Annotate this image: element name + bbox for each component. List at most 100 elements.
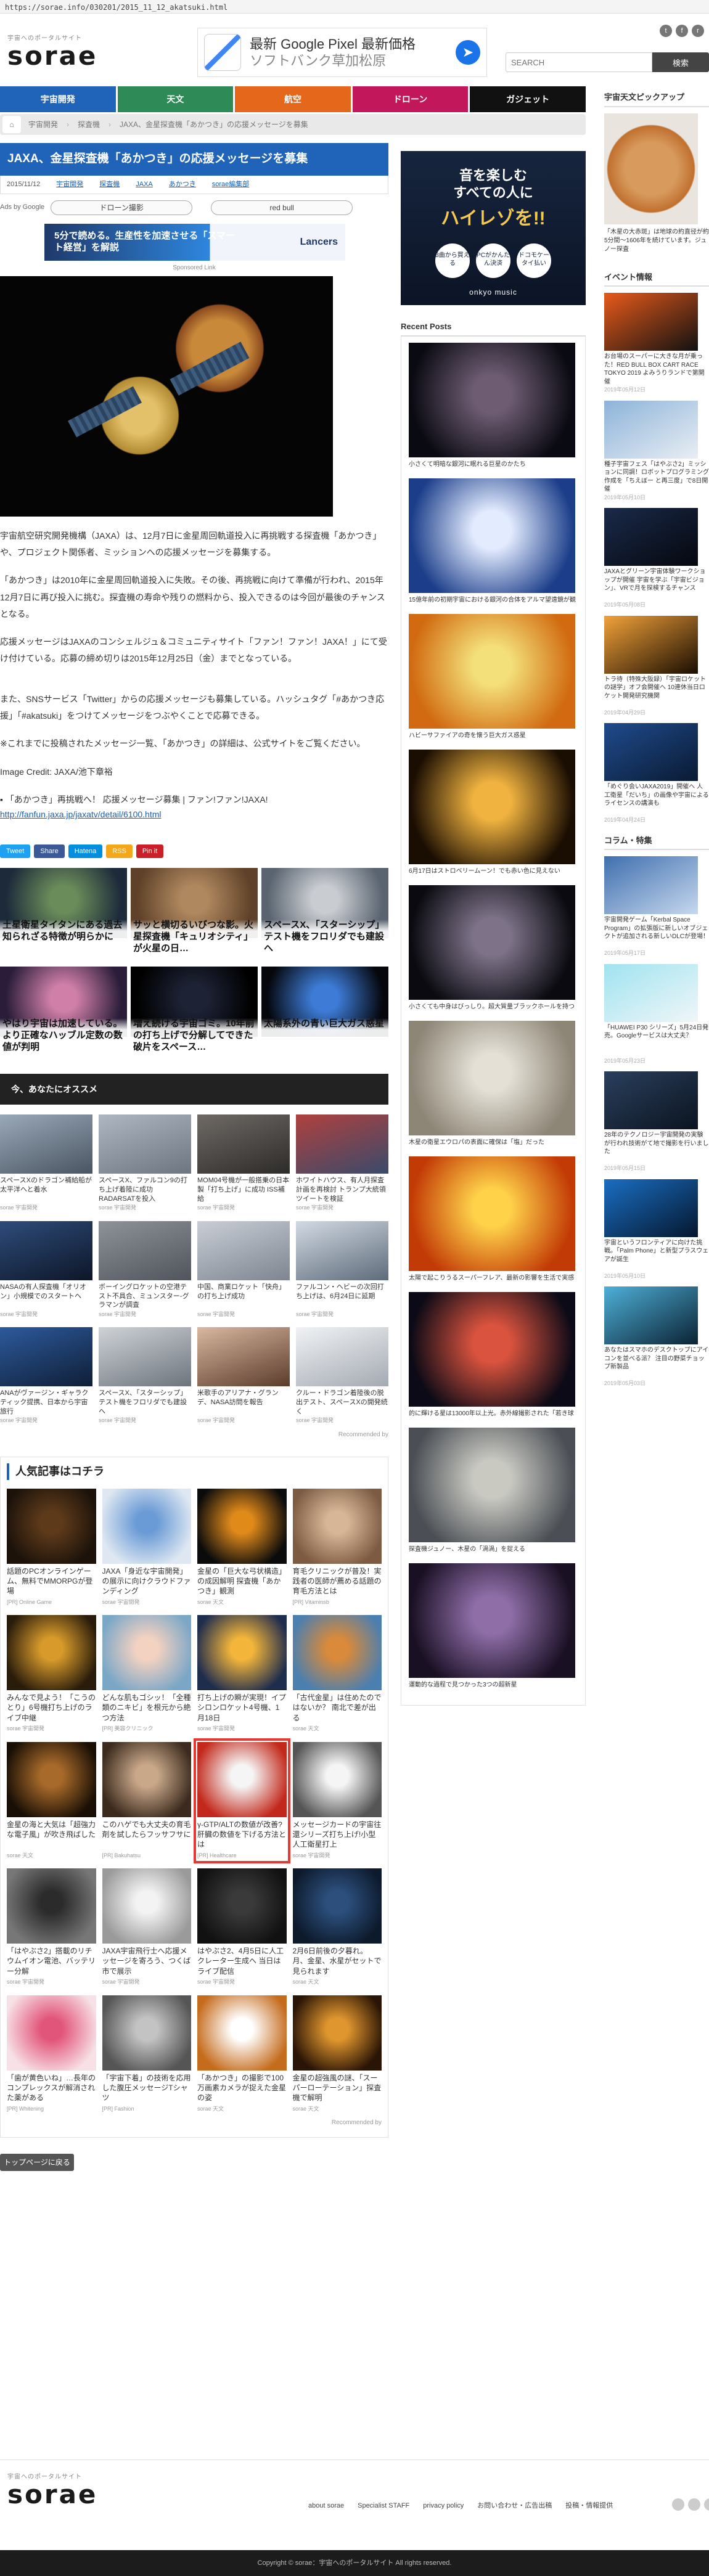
popular-card[interactable]: みんなで見よう！「こうのとり」6号機打ち上げのライブ中継 sorae 宇宙開発 bbox=[7, 1615, 96, 1733]
home-icon[interactable]: ⌂ bbox=[2, 116, 21, 133]
back-to-top-button[interactable]: トップページに戻る bbox=[0, 2154, 74, 2172]
site-logo[interactable]: 宇宙へのポータルサイト sorae bbox=[7, 34, 97, 69]
nav-item[interactable]: ガジェット bbox=[470, 86, 586, 112]
recent-post[interactable]: 探査機ジュノー、木星の「渦渦」を捉える bbox=[409, 1427, 578, 1555]
directions-icon[interactable]: ➤ bbox=[456, 40, 480, 65]
recent-post[interactable]: 小さくても中身はびっしり。超大質量ブラックホールを持つ巨大銀河 bbox=[409, 885, 578, 1012]
footer-link[interactable]: お問い合わせ・広告出稿 bbox=[477, 2501, 552, 2511]
ad-keyword-pill[interactable]: ドローン撮影 bbox=[51, 200, 193, 215]
footer-link[interactable]: 投稿・情報提供 bbox=[565, 2501, 613, 2511]
related-card[interactable]: サッと横切るいびつな影。火星探査機「キュリオシティ」が火星の日… bbox=[131, 868, 258, 961]
popular-card[interactable]: 「あかつき」の撮影で100万画素カメラが捉えた金星の姿 sorae 天文 bbox=[197, 1995, 287, 2114]
popular-card[interactable]: JAXA宇宙飛行士へ応援メッセージを寄ろう、つくば市で展示 sorae 宇宙開発 bbox=[102, 1868, 191, 1987]
recent-post[interactable]: ハビーサファイアの奇を懐う巨大ガス惑星 bbox=[409, 613, 578, 741]
popular-card[interactable]: 「はやぶさ2」搭載のリチウムイオン電池、バッテリー分解 sorae 宇宙開発 bbox=[7, 1868, 96, 1987]
facebook-icon[interactable]: f bbox=[676, 25, 688, 37]
recommend-card[interactable]: ボーイングロケットの空港テスト不具合、ミュンスター-グラマンが調査 sorae 宇… bbox=[99, 1221, 191, 1319]
share-button[interactable]: RSS bbox=[106, 844, 133, 859]
source-url[interactable]: http://fanfun.jaxa.jp/jaxatv/detail/6100… bbox=[0, 809, 162, 819]
footer-link[interactable]: Specialist STAFF bbox=[358, 2501, 409, 2511]
related-card[interactable]: 太陽系外の青い巨大ガス惑星 bbox=[261, 967, 388, 1060]
recommend-card[interactable]: ファルコン・ヘビーの次回打ち上げは、6月24日に延期 sorae 宇宙開発 bbox=[296, 1221, 388, 1319]
popular-card[interactable]: 金星の「巨大な弓状構造」の成因解明 探査機「あかつき」観測 sorae 天文 bbox=[197, 1488, 287, 1607]
recent-post[interactable]: 木星の衛星エウロパの表面に確保は「塩」だった bbox=[409, 1020, 578, 1148]
column-card[interactable]: 「HUAWEI P30 シリーズ」5月24日発売。Googleサービスは大丈夫？… bbox=[604, 963, 709, 1066]
related-card[interactable]: 増え続ける宇宙ゴミ。10年前の打ち上げで分解してできた破片をスペース… bbox=[131, 967, 258, 1060]
popular-card[interactable]: 話題のPCオンラインゲーム、無料でMMORPGが登場 [PR] Online Ga… bbox=[7, 1488, 96, 1607]
related-card[interactable]: スペースX、「スターシップ」テスト機をフロリダでも建設へ bbox=[261, 868, 388, 961]
footer-logo[interactable]: 宇宙へのポータルサイト sorae bbox=[7, 2472, 97, 2508]
popular-card[interactable]: 金星の超強風の謎、「スーパーローテーション」探査機で解明 sorae 天文 bbox=[292, 1995, 382, 2114]
popular-card[interactable]: γ-GTP/ALTの数値が改善?肝臓の数値を下げる方法とは [PR] Health… bbox=[194, 1738, 290, 1864]
event-card[interactable]: 「めぐり会いJAXA2019」開催へ 人工衛星「だいち」の画像や宇宙によるライセ… bbox=[604, 723, 709, 825]
recommend-card[interactable]: 中国、商業ロケット「快舟」の打ち上げ成功 sorae 宇宙開発 bbox=[197, 1221, 290, 1319]
footer-link[interactable]: privacy policy bbox=[423, 2501, 464, 2511]
recent-post[interactable]: 15億年前の初期宇宙における銀河の合体をアルマ望遠鏡が観測 bbox=[409, 478, 578, 605]
popular-card[interactable]: JAXA「身近な宇宙開発」の展示に向けクラウドファンディング sorae 宇宙開発 bbox=[102, 1488, 191, 1607]
recommend-card[interactable]: スペースX、ファルコン9の打ち上げ着陸に成功 RADARSATを投入 sorae … bbox=[99, 1114, 191, 1212]
popular-card[interactable]: 「宇宙下着」の技術を応用した腹圧メッセージTシャツ [PR] Fashion bbox=[102, 1995, 191, 2114]
recommend-card[interactable]: スペースX、「スターシップ」テスト機をフロリダでも建設へ sorae 宇宙開発 bbox=[99, 1327, 191, 1425]
related-card[interactable]: やはり宇宙は加速している。より正確なハッブル定数の数値が判明 bbox=[0, 967, 127, 1060]
onkyo-music-ad[interactable]: 音を楽しむ すべての人に ハイレゾを!! 3曲から買える PCがかんたん決済 ド… bbox=[401, 151, 586, 305]
related-card[interactable]: 土星衛星タイタンにある過去知られざる特徴が明らかに bbox=[0, 868, 127, 961]
event-card[interactable]: 種子宇宙フェス「はやぶさ2」ミッションに同調！ロボットプログラミング作成を「ちえ… bbox=[604, 400, 709, 502]
recommend-card[interactable]: NASAの有人探査機「オリオン」小規模でのスタートへ sorae 宇宙開発 bbox=[0, 1221, 92, 1319]
popular-card[interactable]: はやぶさ2、4月5日に人工クレーター生成へ 当日はライブ配信 sorae 宇宙開発 bbox=[197, 1868, 287, 1987]
column-card[interactable]: あなたはスマホのデスクトップにアイコンを並べる派？ 注目の野菜チョップ新製品 20… bbox=[604, 1286, 709, 1388]
popular-card[interactable]: 金星の海と大気は「超強力な電子風」が吹き飛ばした sorae 天文 bbox=[7, 1741, 96, 1860]
recent-post[interactable]: 6月17日はストロベリームーン！でも赤い色に見えない bbox=[409, 749, 578, 877]
footer-link[interactable]: about sorae bbox=[308, 2501, 344, 2511]
popular-card[interactable]: どんな肌もゴシッ！「全種類のニキビ」を根元から絶つ方法 [PR] 美容クリニック bbox=[102, 1615, 191, 1733]
share-button[interactable]: Pin it bbox=[136, 844, 164, 859]
top-google-ad[interactable]: 最新 Google Pixel 最新価格 ソフトバンク草加松原 ➤ bbox=[197, 28, 487, 77]
popular-card[interactable]: このハゲでも大丈夫の育毛剤を試したらフッサフサに [PR] Bakuhatsu bbox=[102, 1741, 191, 1860]
tag-link[interactable]: あかつき bbox=[169, 179, 196, 190]
recent-post[interactable]: 運動的な過程で見つかった3つの超新星 bbox=[409, 1563, 578, 1690]
source-link[interactable]: http://fanfun.jaxa.jp/jaxatv/detail/6100… bbox=[0, 808, 388, 821]
recent-post[interactable]: 太陽で起こりうるスーパーフレア、最新の影響を生活で実感が「いつ」起こるのか bbox=[409, 1156, 578, 1283]
search-button[interactable]: 検索 bbox=[652, 52, 709, 72]
recommend-card[interactable]: 米歌手のアリアナ・グランデ、NASA訪問を報告 sorae 宇宙開発 bbox=[197, 1327, 290, 1425]
tag-link[interactable]: 探査機 bbox=[99, 179, 120, 190]
lancers-ad-banner[interactable]: 5分で読める。生産性を加速させる「スマート経営」を解説 Lancers bbox=[44, 223, 345, 261]
recent-post[interactable]: 的に輝ける星は13000年以上光。赤外線撮影された「若き球体」 bbox=[409, 1291, 578, 1419]
breadcrumb-item[interactable]: 宇宙開発 bbox=[28, 119, 58, 130]
event-card[interactable]: トラ待（特殊大阪録）「宇宙ロケットの謎学」オフ会開催へ 10連休当日ロケット開発… bbox=[604, 615, 709, 718]
rss-icon[interactable] bbox=[704, 2498, 709, 2511]
address-bar[interactable]: https://sorae.info/030201/2015_11_12_aka… bbox=[0, 0, 709, 14]
facebook-icon[interactable] bbox=[688, 2498, 700, 2511]
popular-card[interactable]: 打ち上げの瞬が実現！イプシロンロケット4号機、1月18日 sorae 宇宙開発 bbox=[197, 1615, 287, 1733]
share-button[interactable]: Tweet bbox=[0, 844, 31, 859]
breadcrumb-item[interactable]: 探査機 bbox=[78, 119, 100, 130]
popular-card[interactable]: 育毛クリニックが普及！実践者の医師が薦める話題の育毛方法とは [PR] Vitam… bbox=[292, 1488, 382, 1607]
column-card[interactable]: 宇宙開発ゲーム「Kerbal Space Program」の拡張版に新しいオブジ… bbox=[604, 856, 709, 958]
recommend-card[interactable]: スペースXのドラゴン補給船が太平洋へと着水 sorae 宇宙開発 bbox=[0, 1114, 92, 1212]
nav-item[interactable]: ドローン bbox=[352, 86, 469, 112]
column-card[interactable]: 28年のテクノロジー宇宙開発の実験が行われ技術がて地で撮影を行いました 2019年… bbox=[604, 1071, 709, 1173]
pickup-card[interactable]: 「木星の大赤斑」は地球の約直径が約5分間〜1606年を続けています。ジュノー探査 bbox=[604, 113, 709, 265]
nav-item[interactable]: 宇宙開発 bbox=[0, 86, 116, 112]
twitter-icon[interactable]: t bbox=[660, 25, 672, 37]
popular-card[interactable]: メッセージカードの宇宙往還シリーズ打ち上げ!小型人工衛星打上 sorae 宇宙開発 bbox=[292, 1741, 382, 1860]
recommended-by[interactable]: Recommended by bbox=[7, 2118, 382, 2127]
tag-link[interactable]: JAXA bbox=[136, 179, 153, 190]
recommend-card[interactable]: クルー・ドラゴン着陸後の脱出テスト、スペースXの開発続く sorae 宇宙開発 bbox=[296, 1327, 388, 1425]
recent-post[interactable]: 小さくて明暗な銀河に眠れる巨星のかたち bbox=[409, 342, 578, 470]
column-card[interactable]: 宇宙というフロンティアに向けた挑戦。「Palm Phone」と新型プラスウェアが… bbox=[604, 1179, 709, 1281]
event-card[interactable]: お台場のスーパーに大きな月が乗った！RED BULL BOX CART RACE… bbox=[604, 293, 709, 395]
nav-item[interactable]: 航空 bbox=[235, 86, 351, 112]
search-input[interactable] bbox=[506, 52, 652, 72]
ad-keyword-pill[interactable]: red bull bbox=[211, 200, 353, 215]
popular-card[interactable]: 2月6日前後の夕暮れ。月、金星、水星がセットで見られます sorae 天文 bbox=[292, 1868, 382, 1987]
rss-icon[interactable]: r bbox=[692, 25, 704, 37]
share-button[interactable]: Hatena bbox=[68, 844, 103, 859]
recommend-card[interactable]: MOM04号機が一般搭乗の日本製「打ち上げ」に成功 ISS補給 sorae 宇宙開… bbox=[197, 1114, 290, 1212]
popular-card[interactable]: 「古代金星」は住めたのではないか？ 南北で差が出る sorae 天文 bbox=[292, 1615, 382, 1733]
tag-link[interactable]: 宇宙開発 bbox=[56, 179, 83, 190]
share-button[interactable]: Share bbox=[34, 844, 65, 859]
nav-item[interactable]: 天文 bbox=[117, 86, 234, 112]
twitter-icon[interactable] bbox=[672, 2498, 684, 2511]
author-link[interactable]: sorae編集部 bbox=[212, 179, 250, 190]
event-card[interactable]: JAXAとグリーン宇宙体験ワークショップが開催 宇宙を学ぶ「宇宙ビジョン」、VR… bbox=[604, 508, 709, 610]
